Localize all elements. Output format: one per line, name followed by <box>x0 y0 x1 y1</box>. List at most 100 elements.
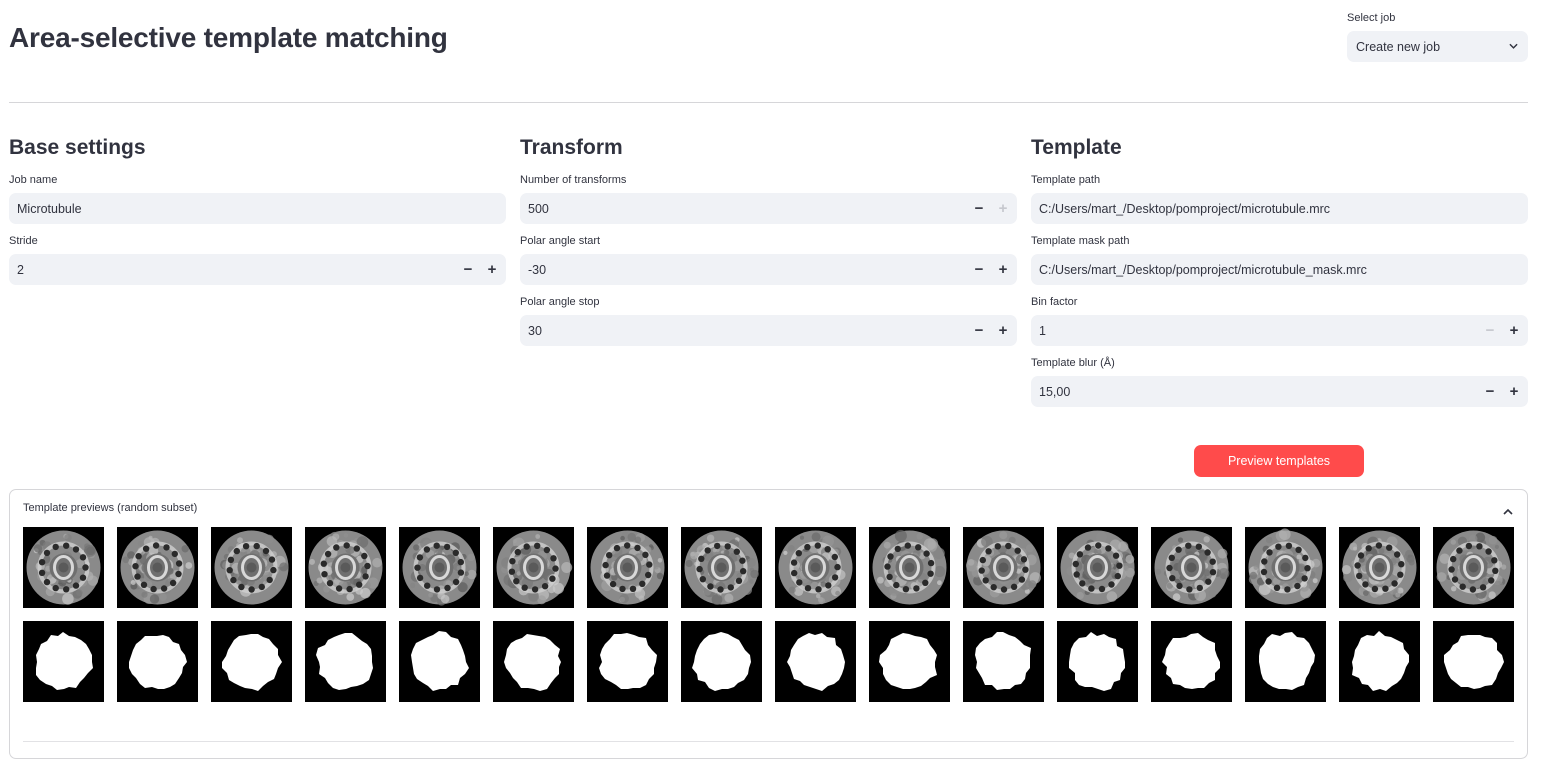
job-name-field: Job name Microtubule <box>9 174 506 224</box>
template-blur-increment-button[interactable]: + <box>1502 376 1526 407</box>
job-name-input[interactable]: Microtubule <box>9 193 506 224</box>
mask-preview-image <box>399 621 480 702</box>
template-preview-row <box>23 527 1514 608</box>
bin-factor-input[interactable]: 1 − + <box>1031 315 1528 346</box>
mask-preview-image <box>1245 621 1326 702</box>
mask-preview-image <box>305 621 386 702</box>
stride-decrement-button[interactable]: − <box>456 254 480 285</box>
stride-input[interactable]: 2 − + <box>9 254 506 285</box>
select-job-value: Create new job <box>1356 39 1441 54</box>
mask-preview-image <box>117 621 198 702</box>
bin-factor-value: 1 <box>1039 323 1046 338</box>
mask-preview-image <box>869 621 950 702</box>
mask-preview-image <box>681 621 762 702</box>
template-blur-input[interactable]: 15,00 − + <box>1031 376 1528 407</box>
mask-preview-row <box>23 621 1514 702</box>
polar-start-input[interactable]: -30 − + <box>520 254 1017 285</box>
polar-start-label: Polar angle start <box>520 235 601 247</box>
job-name-value: Microtubule <box>17 201 82 216</box>
num-transforms-increment-button[interactable]: + <box>991 193 1015 224</box>
template-mask-path-input[interactable]: C:/Users/mart_/Desktop/pomproject/microt… <box>1031 254 1528 285</box>
template-blur-field: Template blur (Å) 15,00 − + <box>1031 357 1528 407</box>
template-path-label: Template path <box>1031 174 1101 186</box>
polar-start-increment-button[interactable]: + <box>991 254 1015 285</box>
template-preview-image <box>963 527 1044 608</box>
bin-factor-decrement-button[interactable]: − <box>1478 315 1502 346</box>
template-preview-image <box>305 527 386 608</box>
mask-preview-image <box>1433 621 1514 702</box>
template-preview-image <box>1339 527 1420 608</box>
template-preview-image <box>1245 527 1326 608</box>
template-preview-image <box>493 527 574 608</box>
template-preview-image <box>1433 527 1514 608</box>
chevron-down-icon <box>1509 42 1518 51</box>
select-job-label: Select job <box>1347 12 1396 24</box>
base-settings-section: Base settings Job name Microtubule Strid… <box>9 136 506 296</box>
mask-preview-image <box>1151 621 1232 702</box>
template-mask-path-field: Template mask path C:/Users/mart_/Deskto… <box>1031 235 1528 285</box>
polar-start-decrement-button[interactable]: − <box>967 254 991 285</box>
mask-preview-image <box>963 621 1044 702</box>
mask-preview-image <box>587 621 668 702</box>
template-previews-header[interactable]: Template previews (random subset) <box>23 502 197 514</box>
mask-preview-image <box>1057 621 1138 702</box>
template-path-field: Template path C:/Users/mart_/Desktop/pom… <box>1031 174 1528 224</box>
polar-stop-increment-button[interactable]: + <box>991 315 1015 346</box>
bin-factor-label: Bin factor <box>1031 296 1078 308</box>
num-transforms-input[interactable]: 500 − + <box>520 193 1017 224</box>
base-settings-title: Base settings <box>9 136 146 159</box>
select-job-dropdown[interactable]: Create new job <box>1347 31 1528 62</box>
template-blur-label: Template blur (Å) <box>1031 357 1115 369</box>
num-transforms-value: 500 <box>528 201 549 216</box>
template-blur-value: 15,00 <box>1039 384 1071 399</box>
template-preview-image <box>23 527 104 608</box>
template-previews-expander: Template previews (random subset) <box>9 489 1528 759</box>
template-blur-decrement-button[interactable]: − <box>1478 376 1502 407</box>
num-transforms-label: Number of transforms <box>520 174 627 186</box>
preview-templates-button[interactable]: Preview templates <box>1194 445 1364 477</box>
stride-value: 2 <box>17 262 24 277</box>
num-transforms-field: Number of transforms 500 − + <box>520 174 1017 224</box>
template-mask-path-label: Template mask path <box>1031 235 1130 247</box>
transform-section: Transform Number of transforms 500 − + P… <box>520 136 1017 357</box>
polar-stop-label: Polar angle stop <box>520 296 600 308</box>
template-preview-image <box>681 527 762 608</box>
mask-preview-image <box>23 621 104 702</box>
template-preview-image <box>1057 527 1138 608</box>
polar-stop-input[interactable]: 30 − + <box>520 315 1017 346</box>
page-title: Area-selective template matching <box>9 22 448 53</box>
mask-preview-image <box>775 621 856 702</box>
expander-divider <box>23 741 1514 742</box>
stride-field: Stride 2 − + <box>9 235 506 285</box>
template-preview-image <box>1151 527 1232 608</box>
polar-stop-value: 30 <box>528 323 542 338</box>
job-name-label: Job name <box>9 174 58 186</box>
bin-factor-field: Bin factor 1 − + <box>1031 296 1528 346</box>
chevron-up-icon[interactable] <box>1503 502 1513 515</box>
template-preview-image <box>775 527 856 608</box>
template-title: Template <box>1031 136 1122 159</box>
polar-start-value: -30 <box>528 262 547 277</box>
bin-factor-increment-button[interactable]: + <box>1502 315 1526 346</box>
stride-increment-button[interactable]: + <box>480 254 504 285</box>
transform-title: Transform <box>520 136 623 159</box>
polar-stop-field: Polar angle stop 30 − + <box>520 296 1017 346</box>
template-preview-image <box>587 527 668 608</box>
stride-label: Stride <box>9 235 38 247</box>
template-path-value: C:/Users/mart_/Desktop/pomproject/microt… <box>1039 201 1331 216</box>
mask-preview-image <box>1339 621 1420 702</box>
template-preview-image <box>117 527 198 608</box>
template-path-input[interactable]: C:/Users/mart_/Desktop/pomproject/microt… <box>1031 193 1528 224</box>
template-mask-path-value: C:/Users/mart_/Desktop/pomproject/microt… <box>1039 262 1367 277</box>
mask-preview-image <box>493 621 574 702</box>
polar-start-field: Polar angle start -30 − + <box>520 235 1017 285</box>
select-job: Select job Create new job <box>1347 12 1528 62</box>
header-divider <box>9 102 1528 103</box>
template-preview-image <box>399 527 480 608</box>
template-section: Template Template path C:/Users/mart_/De… <box>1031 136 1528 418</box>
template-preview-image <box>211 527 292 608</box>
template-preview-image <box>869 527 950 608</box>
num-transforms-decrement-button[interactable]: − <box>967 193 991 224</box>
mask-preview-image <box>211 621 292 702</box>
polar-stop-decrement-button[interactable]: − <box>967 315 991 346</box>
